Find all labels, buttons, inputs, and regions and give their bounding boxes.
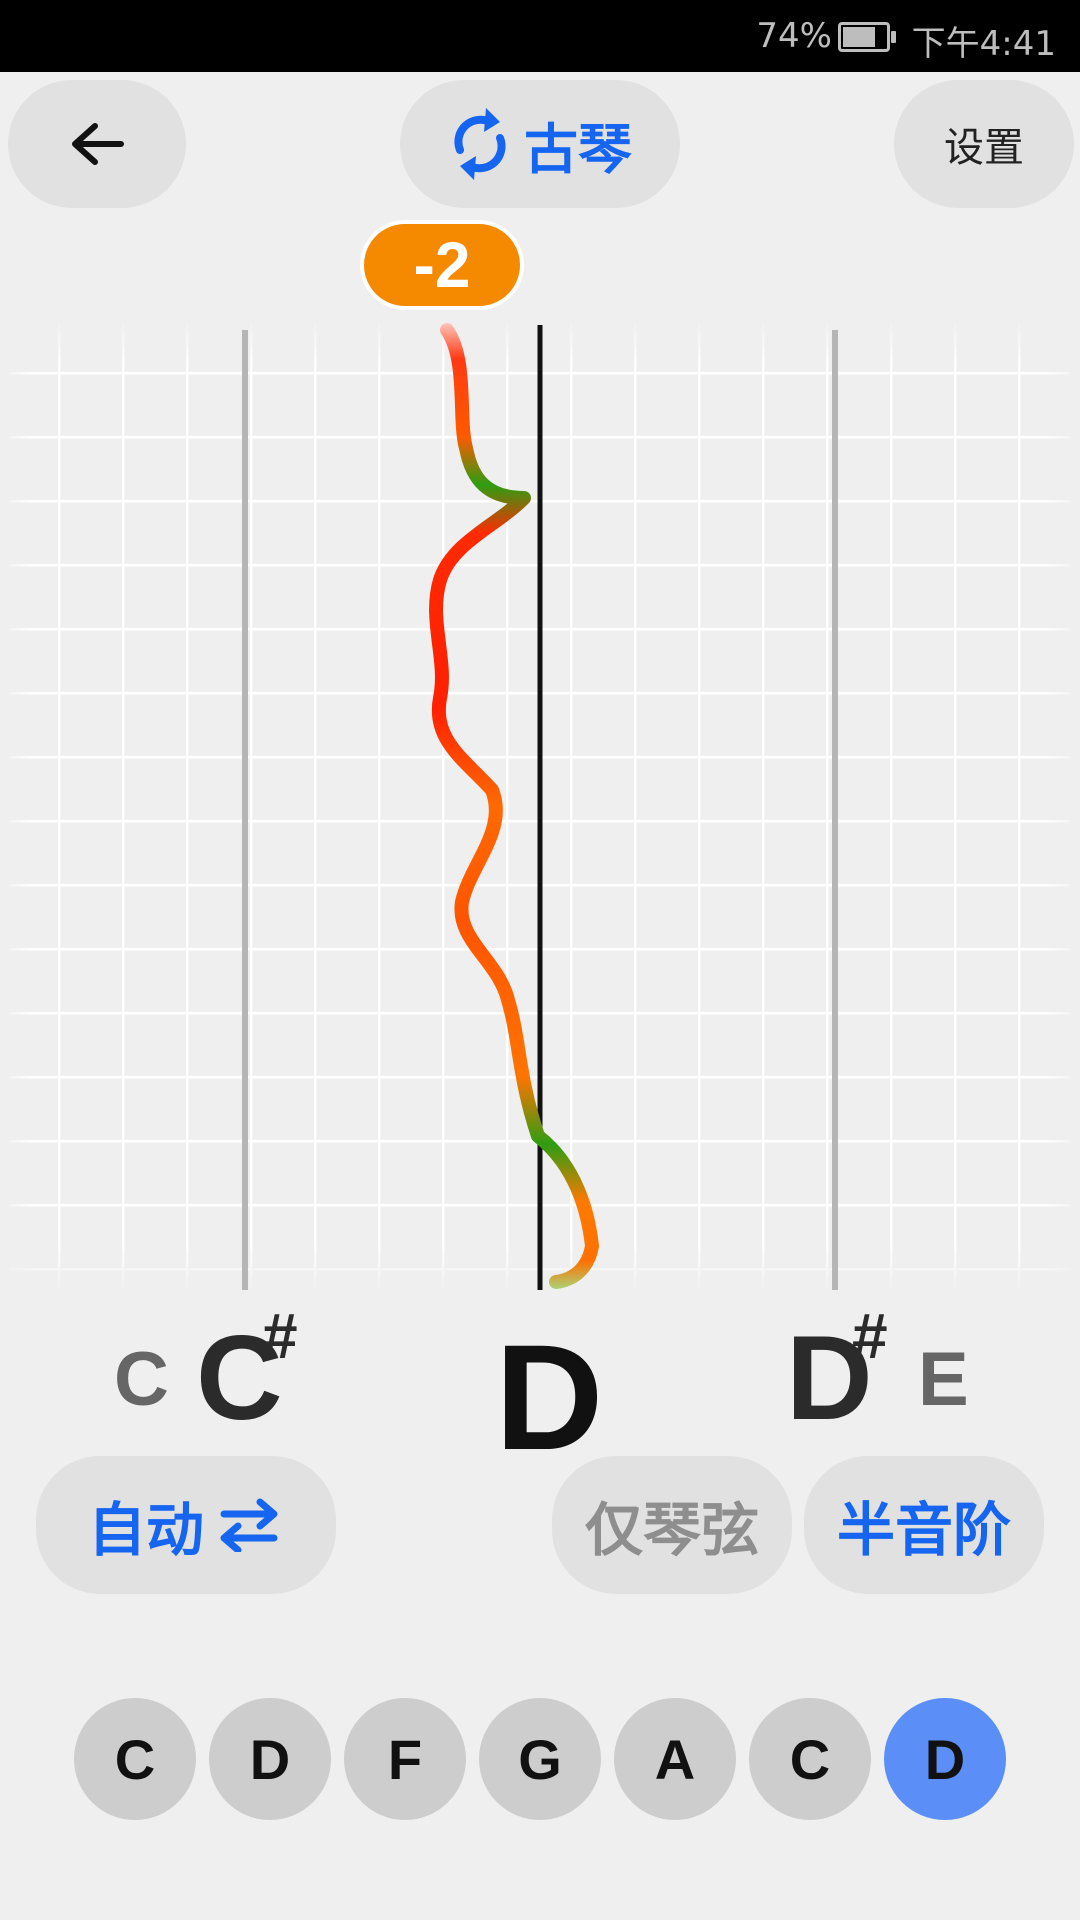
chromatic-button[interactable]: 半音阶 <box>804 1456 1044 1594</box>
note-right: D # <box>786 1304 888 1438</box>
instrument-switch-button[interactable]: 古琴 <box>400 80 680 208</box>
note-target: D <box>495 1313 604 1481</box>
sharp-symbol-left: # <box>262 1300 298 1372</box>
clock: 下午4:41 <box>911 24 1056 64</box>
string-button-6[interactable]: C <box>749 1698 871 1820</box>
instrument-label: 古琴 <box>524 119 632 180</box>
battery-icon <box>838 22 896 52</box>
arrow-left-icon <box>72 123 124 165</box>
string-selector: C D F G A C D <box>74 1698 1014 1822</box>
string-button-4[interactable]: G <box>479 1698 601 1820</box>
note-far-right: E <box>918 1337 969 1422</box>
sharp-symbol-right: # <box>852 1300 888 1372</box>
pitch-graph <box>0 320 1080 1305</box>
refresh-icon <box>454 108 506 180</box>
string-button-5[interactable]: A <box>614 1698 736 1820</box>
auto-mode-label: 自动 <box>87 1498 204 1563</box>
swap-arrows-icon <box>220 1498 278 1552</box>
battery-percent: 74% <box>756 16 832 56</box>
string-button-2[interactable]: D <box>209 1698 331 1820</box>
strings-only-button[interactable]: 仅琴弦 <box>552 1456 792 1594</box>
auto-mode-button[interactable]: 自动 <box>36 1456 336 1594</box>
note-left: C # <box>196 1304 298 1438</box>
note-far-left: C <box>114 1337 169 1422</box>
string-button-3[interactable]: F <box>344 1698 466 1820</box>
settings-button[interactable]: 设置 <box>894 80 1074 208</box>
string-button-7[interactable]: D <box>884 1698 1006 1820</box>
status-bar: 74% 下午4:41 <box>0 0 1080 72</box>
back-button[interactable] <box>8 80 186 208</box>
cents-offset-badge: -2 <box>360 220 524 310</box>
string-button-1[interactable]: C <box>74 1698 196 1820</box>
